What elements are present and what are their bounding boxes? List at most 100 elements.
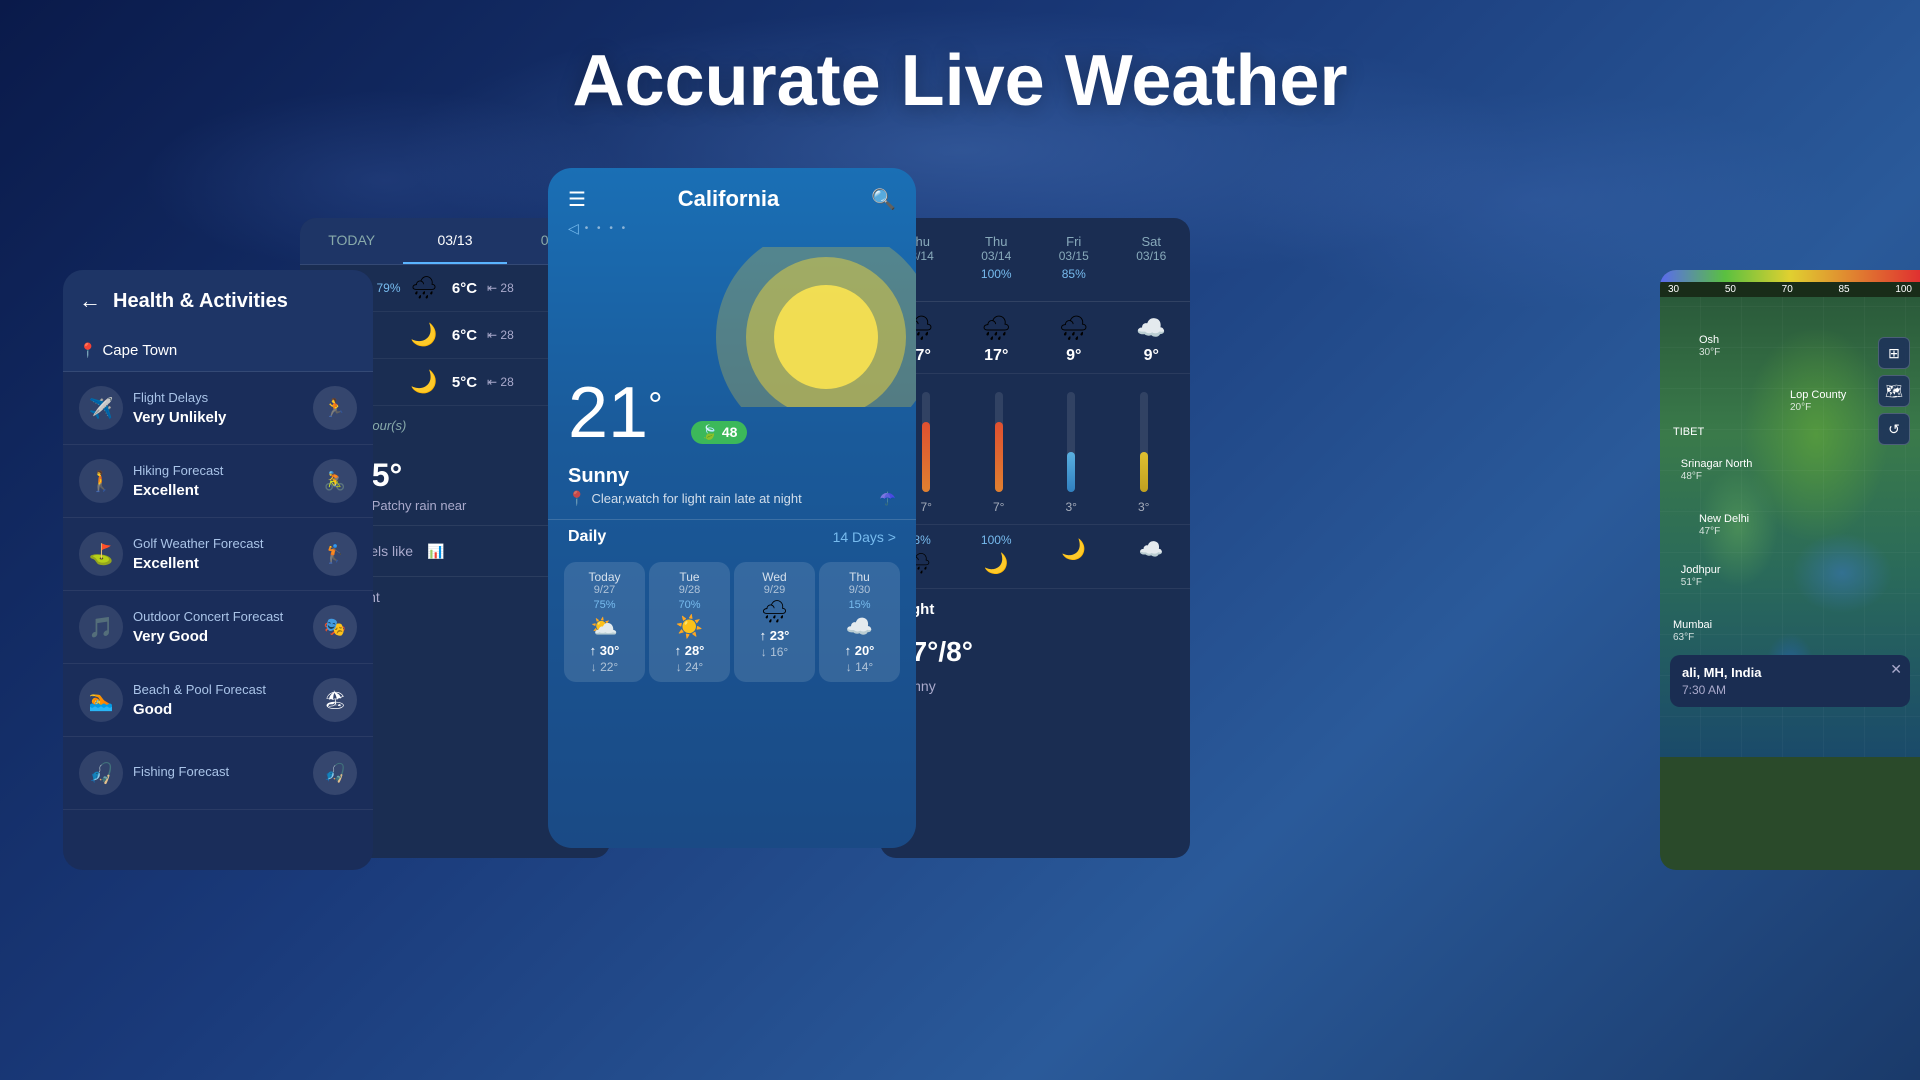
precip-pct: 75% bbox=[568, 599, 641, 611]
flight-delay-right-icon: 🏃 bbox=[313, 386, 357, 430]
golf-icon: ⛳ bbox=[79, 532, 123, 576]
weekly-forecast-panel: Thu 03/14 Thu 03/14 100% Fri 03/15 85% S… bbox=[880, 218, 1190, 858]
day-name: Thu bbox=[962, 234, 1032, 249]
weather-description: Clear,watch for light rain late at night bbox=[591, 491, 801, 506]
concert-label: Outdoor Concert Forecast bbox=[133, 609, 303, 626]
moon-icon: 🌙 bbox=[406, 369, 442, 395]
high-temp: 9° bbox=[1113, 347, 1191, 365]
hiking-icon: 🚶 bbox=[79, 459, 123, 503]
list-item[interactable]: 🎣 Fishing Forecast 🎣 bbox=[63, 737, 373, 810]
map-city-label: Mumbai63°F bbox=[1673, 619, 1712, 643]
flight-delay-value: Very Unlikely bbox=[133, 409, 303, 426]
temperature-display: 21° bbox=[568, 373, 683, 453]
map-tooltip-close-icon[interactable]: ✕ bbox=[1890, 661, 1902, 678]
map-layer-button[interactable]: 🗺 bbox=[1878, 375, 1910, 407]
beach-icon: 🏊 bbox=[79, 678, 123, 722]
map-tooltip-city: ali, MH, India bbox=[1682, 665, 1898, 680]
health-location: Cape Town bbox=[102, 342, 177, 359]
cloudy-icon: ☁️ bbox=[823, 614, 896, 640]
tab-0313[interactable]: 03/13 bbox=[403, 218, 506, 264]
map-tooltip-time: 7:30 AM bbox=[1682, 683, 1898, 697]
sunny-icon: ☀️ bbox=[653, 614, 726, 640]
more-days-link[interactable]: 14 Days > bbox=[833, 529, 896, 545]
golf-value: Excellent bbox=[133, 555, 303, 572]
concert-icon: 🎵 bbox=[79, 605, 123, 649]
map-city-label: Srinagar North48°F bbox=[1681, 458, 1753, 482]
menu-icon[interactable]: ☰ bbox=[568, 187, 586, 212]
tab-today[interactable]: TODAY bbox=[300, 218, 403, 264]
map-city-label: TIBET bbox=[1673, 426, 1704, 438]
hourly-wind: ⇤ 28 bbox=[487, 281, 514, 295]
day-date: 9/28 bbox=[653, 584, 726, 596]
partly-cloudy-icon: ⛅ bbox=[568, 614, 641, 640]
list-item[interactable]: 🚶 Hiking Forecast Excellent 🚴 bbox=[63, 445, 373, 518]
day-item-thu[interactable]: Thu 9/30 15% ☁️ ↑ 20° ↓ 14° bbox=[819, 562, 900, 682]
day-item-wed[interactable]: Wed 9/29 🌧 ↑ 23° ↓ 16° bbox=[734, 562, 815, 682]
rain-icon: 🌧 bbox=[1035, 314, 1113, 343]
precip-pct: 70% bbox=[653, 599, 726, 611]
low-temp: ↓ 14° bbox=[823, 660, 896, 674]
gradient-label: 50 bbox=[1725, 284, 1736, 295]
california-weather-panel: ☰ California 🔍 ◁ • • • • 21° 🍃 48 Sunny … bbox=[548, 168, 916, 848]
fishing-icon: 🎣 bbox=[79, 751, 123, 795]
list-item[interactable]: 🎵 Outdoor Concert Forecast Very Good 🎭 bbox=[63, 591, 373, 664]
map-city-label: Lop County20°F bbox=[1790, 389, 1846, 413]
day-item-today[interactable]: Today 9/27 75% ⛅ ↑ 30° ↓ 22° bbox=[564, 562, 645, 682]
beach-right-icon: 🏖 bbox=[313, 678, 357, 722]
moon-icon: 🌙 bbox=[1035, 537, 1113, 562]
golf-right-icon: 🏌 bbox=[313, 532, 357, 576]
beach-label: Beach & Pool Forecast bbox=[133, 682, 303, 699]
day-name: Wed bbox=[738, 570, 811, 584]
high-temp: ↑ 28° bbox=[653, 643, 726, 658]
map-area[interactable]: Osh30°F Lop County20°F Srinagar North48°… bbox=[1660, 297, 1920, 757]
high-temp: ↑ 20° bbox=[823, 643, 896, 658]
rainy-icon: 🌧 bbox=[738, 599, 811, 625]
moon-icon: 🌙 bbox=[406, 322, 442, 348]
precip-pct: 15% bbox=[823, 599, 896, 611]
gradient-label: 30 bbox=[1668, 284, 1679, 295]
cloudy-icon: ☁️ bbox=[1113, 537, 1191, 562]
map-city-label: Osh30°F bbox=[1699, 334, 1720, 358]
day-date: 9/27 bbox=[568, 584, 641, 596]
day-name: Tue bbox=[653, 570, 726, 584]
beach-value: Good bbox=[133, 701, 303, 718]
concert-value: Very Good bbox=[133, 628, 303, 645]
flight-delay-icon: ✈️ bbox=[79, 386, 123, 430]
high-temp: ↑ 23° bbox=[738, 628, 811, 643]
hourly-precip: 79% bbox=[371, 281, 406, 295]
day-date: 03/15 bbox=[1039, 249, 1109, 263]
night-section-title: Night bbox=[896, 601, 1174, 618]
high-temp: 9° bbox=[1035, 347, 1113, 365]
day-name: Fri bbox=[1039, 234, 1109, 249]
location-pin-icon: 📍 bbox=[79, 342, 96, 359]
map-grid-button[interactable]: ⊞ bbox=[1878, 337, 1910, 369]
list-item[interactable]: ⛳ Golf Weather Forecast Excellent 🏌 bbox=[63, 518, 373, 591]
hourly-temp: 6°C bbox=[442, 327, 487, 344]
search-location-icon[interactable]: 🔍 bbox=[871, 187, 896, 212]
back-arrow-icon[interactable]: ← bbox=[79, 288, 101, 314]
hiking-value: Excellent bbox=[133, 482, 303, 499]
day-item-tue[interactable]: Tue 9/28 70% ☀️ ↑ 28° ↓ 24° bbox=[649, 562, 730, 682]
list-item[interactable]: ✈️ Flight Delays Very Unlikely 🏃 bbox=[63, 372, 373, 445]
map-refresh-button[interactable]: ↺ bbox=[1878, 413, 1910, 445]
low-temp: 7° bbox=[921, 500, 932, 514]
flight-delay-label: Flight Delays bbox=[133, 390, 303, 407]
day-name: Today bbox=[568, 570, 641, 584]
gradient-label: 85 bbox=[1838, 284, 1849, 295]
hourly-temp: 5°C bbox=[442, 374, 487, 391]
map-city-label: New Delhi47°F bbox=[1699, 513, 1749, 537]
california-city-name: California bbox=[586, 186, 871, 212]
day-date: 9/30 bbox=[823, 584, 896, 596]
fishing-right-icon: 🎣 bbox=[313, 751, 357, 795]
map-city-label: Jodhpur51°F bbox=[1681, 564, 1721, 588]
patchy-rain-temp: 5° bbox=[372, 457, 467, 494]
list-item[interactable]: 🏊 Beach & Pool Forecast Good 🏖 bbox=[63, 664, 373, 737]
daily-section-title: Daily bbox=[568, 528, 606, 546]
chart-icon: 📊 bbox=[427, 543, 444, 560]
gradient-label: 100 bbox=[1895, 284, 1912, 295]
carousel-dots: • • • • bbox=[585, 223, 628, 234]
weekly-day-col: Sat 03/16 bbox=[1113, 228, 1191, 291]
day-name: Thu bbox=[823, 570, 896, 584]
moon-icon: 🌙 bbox=[958, 551, 1036, 576]
aqi-badge: 🍃 48 bbox=[691, 421, 748, 444]
